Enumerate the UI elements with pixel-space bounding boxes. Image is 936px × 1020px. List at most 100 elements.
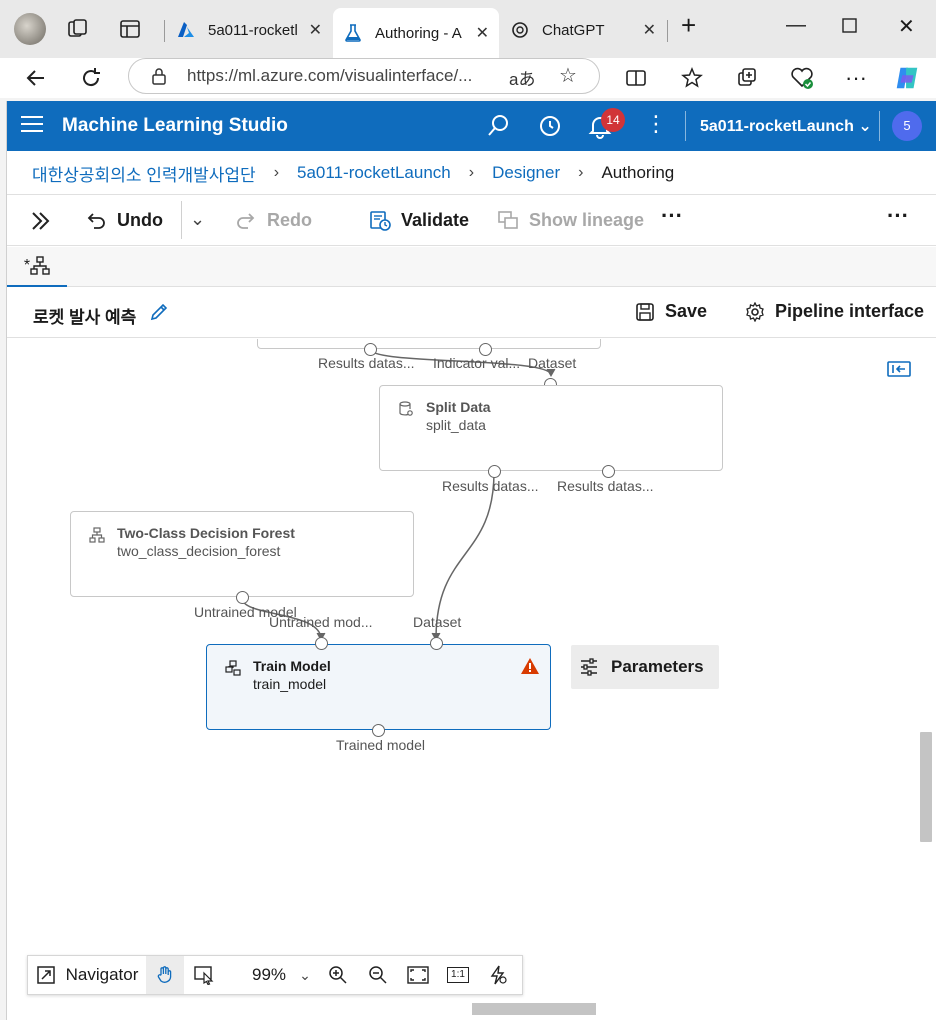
undo-icon: [87, 213, 105, 229]
close-tab-icon[interactable]: ✕: [309, 20, 322, 40]
lock-icon[interactable]: [151, 67, 167, 85]
port-label: Results datas...: [442, 478, 539, 494]
split-screen-icon[interactable]: [622, 64, 650, 92]
hamburger-menu-icon[interactable]: [21, 116, 43, 134]
fit-to-screen-icon[interactable]: [398, 956, 438, 994]
breadcrumb-org[interactable]: 대한상공회의소 인력개발사업단: [32, 161, 256, 186]
select-pointer-icon[interactable]: [184, 956, 224, 994]
copilot-icon[interactable]: [893, 64, 921, 92]
redo-label: Redo: [267, 209, 312, 230]
lineage-icon: [498, 211, 518, 229]
user-avatar[interactable]: 5: [892, 111, 922, 141]
output-port[interactable]: [372, 724, 385, 737]
minimize-icon[interactable]: —: [786, 14, 806, 37]
upstream-node[interactable]: [257, 339, 601, 349]
split-data-node[interactable]: Split Data split_data: [379, 385, 723, 471]
close-tab-icon[interactable]: ✕: [643, 20, 656, 40]
undo-button[interactable]: Undo: [85, 209, 163, 231]
toolbar-overflow-icon[interactable]: ···: [887, 203, 909, 229]
input-port[interactable]: [430, 637, 443, 650]
warning-icon[interactable]: [520, 657, 540, 675]
app-more-icon[interactable]: ⋮: [643, 113, 669, 139]
zoom-out-icon[interactable]: [358, 956, 398, 994]
one-to-one-label: 1:1: [447, 967, 469, 983]
redo-button[interactable]: Redo: [235, 209, 312, 231]
pipeline-graph-icon: [30, 256, 50, 275]
input-port[interactable]: [315, 637, 328, 650]
breadcrumb-workspace[interactable]: 5a011-rocketLaunch: [297, 163, 451, 183]
database-gear-icon: [399, 401, 413, 416]
node-title: Split Data: [426, 399, 491, 415]
maximize-icon[interactable]: [842, 18, 858, 34]
close-window-icon[interactable]: ✕: [898, 14, 915, 39]
chatgpt-logo-icon: [512, 22, 528, 38]
navigator-icon: [36, 966, 55, 984]
validate-icon: [370, 211, 391, 231]
parameters-button[interactable]: Parameters: [571, 645, 719, 689]
more-options-icon[interactable]: ···: [842, 64, 870, 92]
vertical-scrollbar[interactable]: [920, 732, 932, 842]
notification-count-badge: 14: [601, 108, 625, 132]
redo-icon: [237, 213, 255, 229]
undo-dropdown-chevron-icon[interactable]: ⌄: [190, 209, 205, 230]
tab-chatgpt[interactable]: ChatGPT ✕: [500, 8, 666, 52]
browser-essentials-icon[interactable]: [788, 64, 816, 92]
navigator-toggle[interactable]: Navigator: [28, 956, 146, 994]
horizontal-scrollbar[interactable]: [472, 1003, 596, 1015]
breadcrumb-current: Authoring: [601, 163, 675, 182]
search-icon[interactable]: [486, 113, 512, 139]
new-tab-icon[interactable]: +: [681, 10, 696, 41]
expand-panel-icon[interactable]: [29, 209, 53, 233]
app-header: Machine Learning Studio 14 ⋮ 5a011-rocke…: [7, 101, 936, 151]
toolbar-more-icon[interactable]: ···: [661, 203, 683, 229]
workspace-selector[interactable]: 5a011-rocketLaunch ⌄: [700, 116, 872, 136]
refresh-icon[interactable]: [77, 64, 105, 92]
pipeline-document-tab[interactable]: *: [7, 247, 67, 287]
train-model-icon: [225, 660, 241, 676]
node-subtitle: two_class_decision_forest: [117, 543, 281, 559]
url-text[interactable]: https://ml.azure.com/visualinterface/...: [187, 66, 472, 86]
validate-button[interactable]: Validate: [369, 209, 469, 231]
favorites-icon[interactable]: [678, 64, 706, 92]
workspaces-icon[interactable]: [66, 17, 90, 41]
tab-authoring[interactable]: Authoring - A ✕: [333, 8, 499, 58]
output-port[interactable]: [236, 591, 249, 604]
recent-history-icon[interactable]: [537, 113, 563, 139]
read-aloud-icon[interactable]: aあ: [509, 65, 535, 90]
edit-pencil-icon[interactable]: [149, 302, 169, 322]
designer-canvas[interactable]: Results datas... Indicator val... Datase…: [7, 339, 936, 1020]
favorite-star-icon[interactable]: ☆: [559, 63, 577, 88]
show-lineage-button[interactable]: Show lineage: [497, 209, 644, 231]
pipeline-interface-button[interactable]: Pipeline interface: [745, 301, 924, 322]
save-button[interactable]: Save: [635, 301, 707, 322]
actual-size-button[interactable]: 1:1: [438, 956, 478, 994]
zoom-in-icon[interactable]: [318, 956, 358, 994]
breadcrumb-designer[interactable]: Designer: [492, 163, 560, 183]
decision-forest-node[interactable]: Two-Class Decision Forest two_class_deci…: [70, 511, 414, 597]
vertical-tabs-icon[interactable]: [118, 17, 142, 41]
pan-hand-icon[interactable]: [146, 956, 184, 994]
tab-separator: [667, 20, 668, 42]
tab-azure[interactable]: 5a011-rocketl ✕: [166, 8, 332, 52]
tab-title: Authoring - A: [375, 24, 462, 42]
profile-avatar[interactable]: [14, 13, 46, 45]
collapse-panel-icon[interactable]: [887, 361, 911, 377]
port-label: Results datas...: [318, 355, 415, 371]
breadcrumb: 대한상공회의소 인력개발사업단 › 5a011-rocketLaunch › D…: [32, 161, 674, 185]
output-port[interactable]: [602, 465, 615, 478]
auto-layout-icon[interactable]: [478, 956, 518, 994]
app-title[interactable]: Machine Learning Studio: [62, 115, 288, 137]
address-bar[interactable]: https://ml.azure.com/visualinterface/...…: [128, 58, 600, 94]
gear-icon: [746, 301, 764, 322]
train-model-node[interactable]: Train Model train_model: [206, 644, 551, 730]
output-port[interactable]: [488, 465, 501, 478]
chevron-right-icon: ›: [468, 164, 475, 181]
undo-label: Undo: [117, 209, 163, 230]
zoom-level[interactable]: 99%: [246, 956, 292, 994]
zoom-dropdown-chevron-icon[interactable]: ⌄: [292, 956, 318, 994]
back-icon[interactable]: [22, 64, 50, 92]
collections-icon[interactable]: [733, 64, 761, 92]
node-subtitle: train_model: [253, 676, 327, 692]
close-tab-icon[interactable]: ✕: [476, 23, 489, 43]
pipeline-interface-label: Pipeline interface: [775, 301, 925, 321]
